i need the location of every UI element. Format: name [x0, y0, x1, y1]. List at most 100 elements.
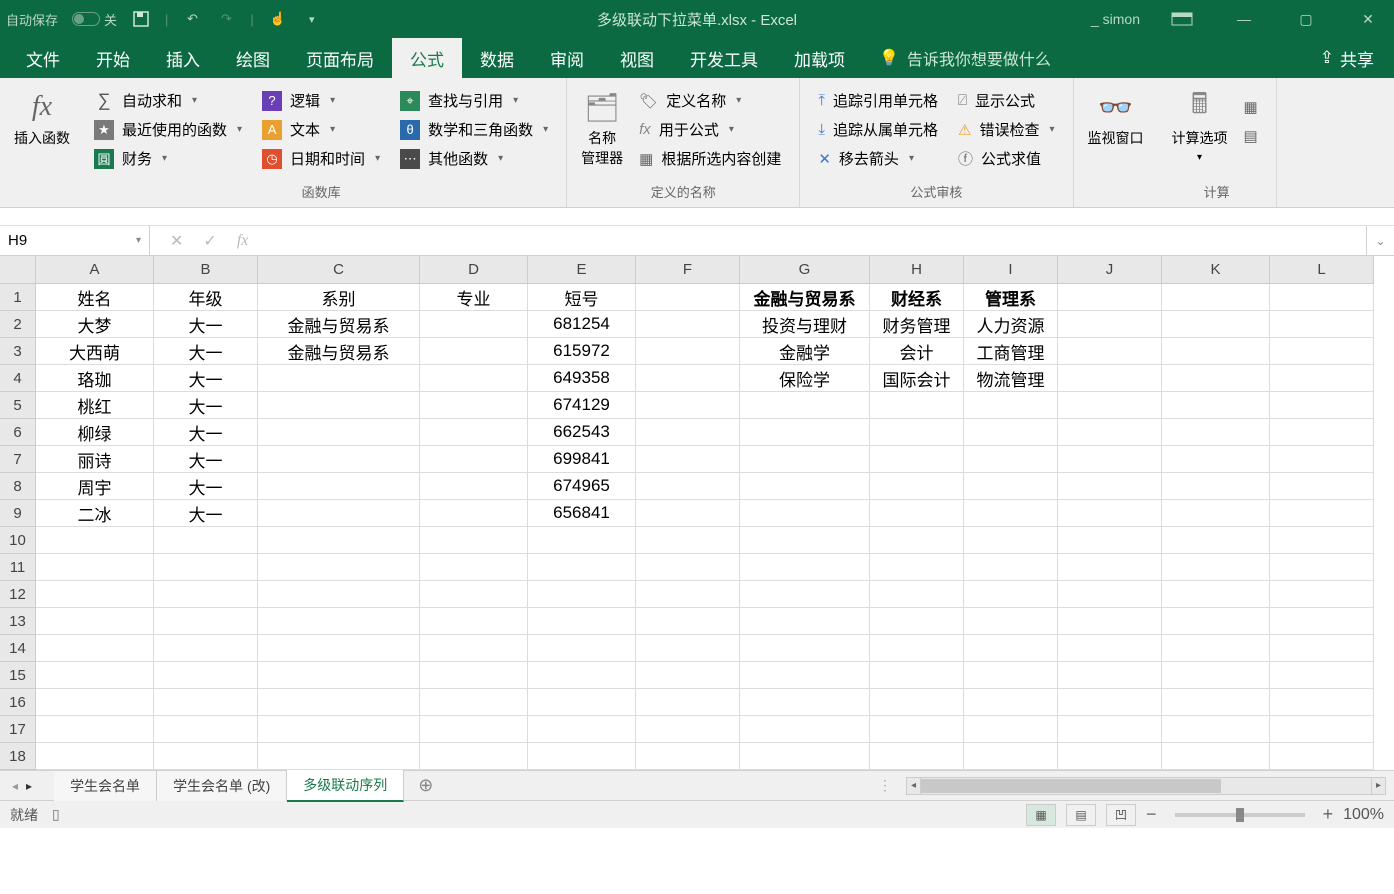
- recent-fn-button[interactable]: ★最近使用的函数▾: [92, 115, 244, 144]
- more-fn-button[interactable]: ⋯其他函数▾: [398, 144, 550, 173]
- cell[interactable]: [528, 581, 636, 608]
- cell[interactable]: 二冰: [36, 500, 154, 527]
- cell[interactable]: [1058, 743, 1162, 770]
- cell[interactable]: [870, 554, 964, 581]
- cell[interactable]: 投资与理财: [740, 311, 870, 338]
- cell[interactable]: [1058, 716, 1162, 743]
- cell[interactable]: [740, 446, 870, 473]
- close-icon[interactable]: ✕: [1348, 4, 1388, 34]
- tab-layout[interactable]: 页面布局: [288, 38, 392, 79]
- cell[interactable]: [154, 608, 258, 635]
- cell[interactable]: [740, 419, 870, 446]
- cell[interactable]: [1058, 473, 1162, 500]
- cell[interactable]: [1058, 446, 1162, 473]
- cell[interactable]: [1270, 473, 1374, 500]
- cell[interactable]: 短号: [528, 284, 636, 311]
- view-page-break-button[interactable]: 凹: [1106, 804, 1136, 826]
- cell[interactable]: [154, 581, 258, 608]
- cell[interactable]: [36, 635, 154, 662]
- cell[interactable]: [258, 473, 420, 500]
- cell[interactable]: [528, 662, 636, 689]
- cell[interactable]: [740, 635, 870, 662]
- cell[interactable]: [36, 743, 154, 770]
- cell[interactable]: [1270, 743, 1374, 770]
- math-button[interactable]: θ数学和三角函数▾: [398, 115, 550, 144]
- cell[interactable]: [36, 581, 154, 608]
- cell[interactable]: [870, 581, 964, 608]
- cell[interactable]: [258, 446, 420, 473]
- cell[interactable]: [1162, 446, 1270, 473]
- cell[interactable]: [740, 554, 870, 581]
- cell[interactable]: [964, 500, 1058, 527]
- row-header[interactable]: 5: [0, 392, 36, 419]
- cell[interactable]: [1270, 662, 1374, 689]
- cell[interactable]: [1162, 608, 1270, 635]
- cell[interactable]: [420, 338, 528, 365]
- show-formulas-button[interactable]: ⍁显示公式: [956, 86, 1057, 115]
- cancel-icon[interactable]: ✕: [170, 231, 183, 251]
- cell[interactable]: 金融学: [740, 338, 870, 365]
- cell[interactable]: [870, 662, 964, 689]
- row-header[interactable]: 13: [0, 608, 36, 635]
- logic-button[interactable]: ?逻辑▾: [260, 86, 382, 115]
- cell[interactable]: [1058, 419, 1162, 446]
- use-in-formula-button[interactable]: fx用于公式▾: [637, 115, 783, 144]
- cell[interactable]: [1058, 635, 1162, 662]
- cell[interactable]: [636, 446, 740, 473]
- cell[interactable]: 丽诗: [36, 446, 154, 473]
- tab-insert[interactable]: 插入: [148, 38, 218, 79]
- tab-view[interactable]: 视图: [602, 38, 672, 79]
- cell[interactable]: 系别: [258, 284, 420, 311]
- cell[interactable]: [636, 716, 740, 743]
- scroll-left-icon[interactable]: ◂: [907, 778, 921, 794]
- cell[interactable]: [636, 500, 740, 527]
- row-header[interactable]: 15: [0, 662, 36, 689]
- macro-record-icon[interactable]: ▯: [52, 806, 60, 823]
- horizontal-scrollbar[interactable]: ◂ ▸: [906, 777, 1386, 795]
- cell[interactable]: [870, 608, 964, 635]
- col-header[interactable]: G: [740, 256, 870, 284]
- fx-icon[interactable]: fx: [237, 232, 249, 250]
- cell[interactable]: 年级: [154, 284, 258, 311]
- cell[interactable]: 大西萌: [36, 338, 154, 365]
- cell[interactable]: [1058, 608, 1162, 635]
- row-header[interactable]: 7: [0, 446, 36, 473]
- cell[interactable]: [154, 527, 258, 554]
- cell[interactable]: [420, 581, 528, 608]
- row-header[interactable]: 6: [0, 419, 36, 446]
- tab-data[interactable]: 数据: [462, 38, 532, 79]
- cell[interactable]: [1270, 338, 1374, 365]
- ribbon-options-icon[interactable]: [1162, 4, 1202, 34]
- sheet-tab-1[interactable]: 学生会名单: [54, 771, 157, 801]
- cell[interactable]: 保险学: [740, 365, 870, 392]
- watch-window-button[interactable]: 👓 监视窗口: [1084, 84, 1148, 154]
- cell[interactable]: [1058, 662, 1162, 689]
- cell[interactable]: 周宇: [36, 473, 154, 500]
- cell[interactable]: [1058, 311, 1162, 338]
- cell[interactable]: [36, 608, 154, 635]
- cell[interactable]: [154, 689, 258, 716]
- cell[interactable]: [636, 581, 740, 608]
- user-name[interactable]: _ simon: [1091, 11, 1140, 27]
- remove-arrows-button[interactable]: ✕移去箭头▾: [816, 144, 940, 173]
- minimize-icon[interactable]: —: [1224, 4, 1264, 34]
- row-header[interactable]: 11: [0, 554, 36, 581]
- cell[interactable]: [964, 581, 1058, 608]
- sheet-nav-prev-icon[interactable]: ▸: [26, 779, 32, 793]
- cell[interactable]: [1270, 608, 1374, 635]
- cell[interactable]: 681254: [528, 311, 636, 338]
- cell[interactable]: [1270, 419, 1374, 446]
- cell[interactable]: 615972: [528, 338, 636, 365]
- cell[interactable]: [1270, 716, 1374, 743]
- cell[interactable]: 桃红: [36, 392, 154, 419]
- col-header[interactable]: L: [1270, 256, 1374, 284]
- cell[interactable]: [1058, 392, 1162, 419]
- save-icon[interactable]: [131, 9, 151, 29]
- cell[interactable]: [1058, 338, 1162, 365]
- col-header[interactable]: A: [36, 256, 154, 284]
- cell[interactable]: [1162, 338, 1270, 365]
- cell[interactable]: [420, 743, 528, 770]
- cell[interactable]: [1270, 527, 1374, 554]
- cell[interactable]: [964, 716, 1058, 743]
- row-header[interactable]: 3: [0, 338, 36, 365]
